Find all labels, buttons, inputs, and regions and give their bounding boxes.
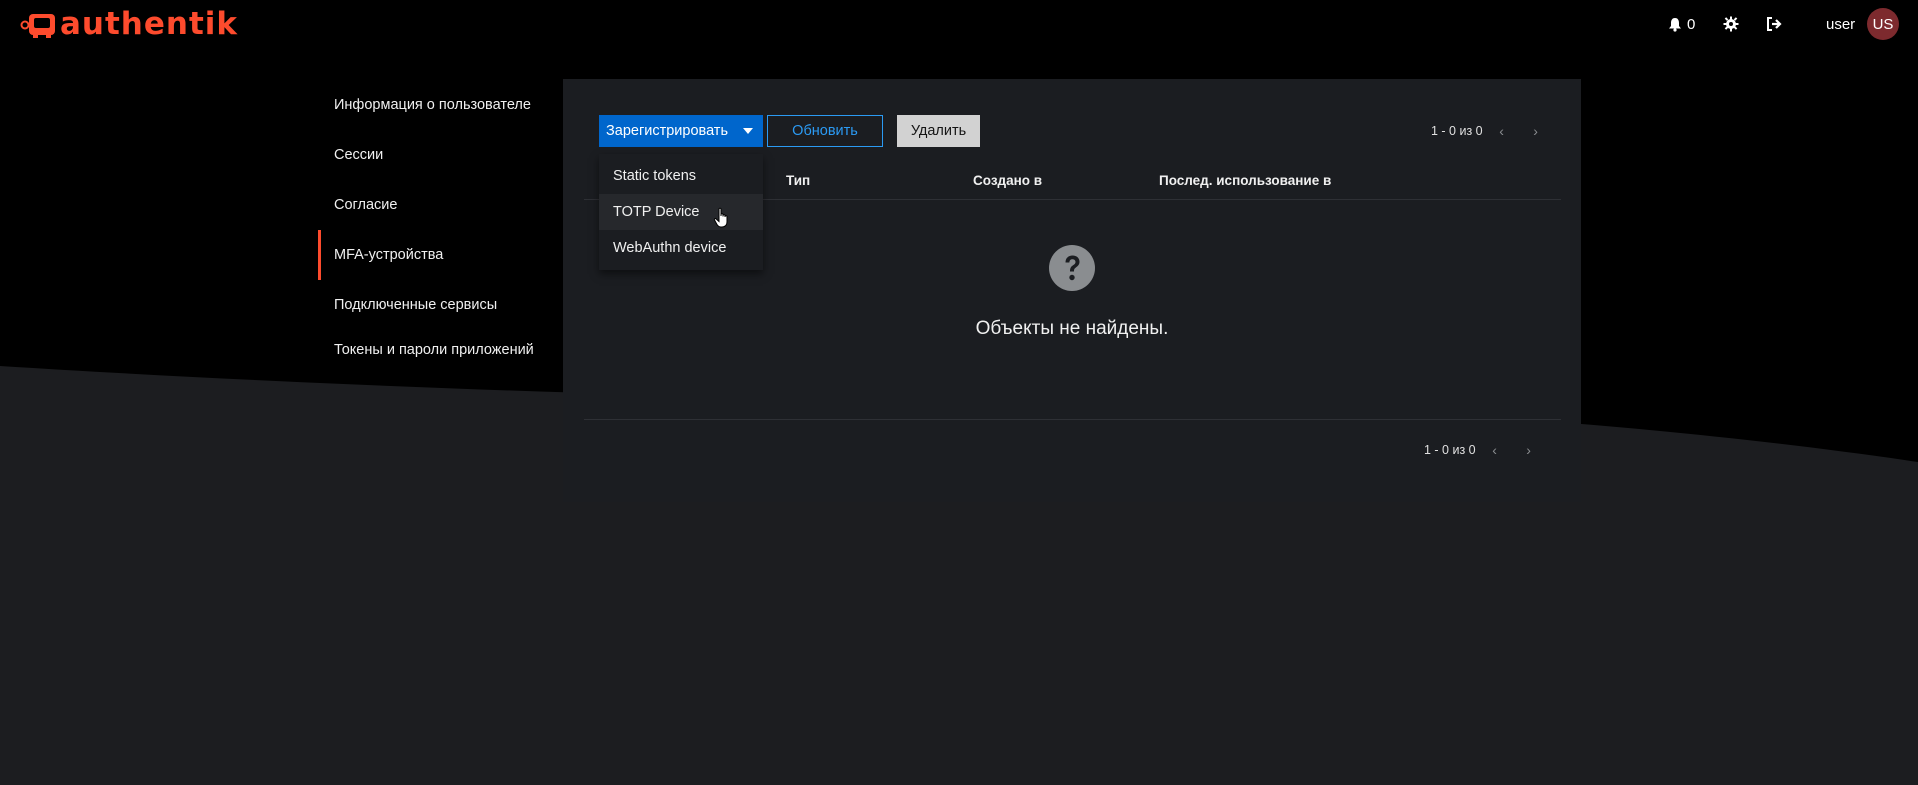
sign-out-icon bbox=[1767, 17, 1782, 31]
menu-item-totp-device[interactable]: TOTP Device bbox=[599, 194, 763, 230]
pagination-top: 1 - 0 из 0 ‹ › bbox=[1431, 123, 1553, 139]
sidebar-item-label: Информация о пользователе bbox=[334, 97, 531, 113]
empty-state-text: Объекты не найдены. bbox=[975, 318, 1169, 339]
gear-icon bbox=[1723, 16, 1739, 32]
pagination-bottom: 1 - 0 из 0 ‹ › bbox=[1424, 442, 1546, 458]
toolbar: Зарегистрировать Обновить Удалить bbox=[599, 115, 980, 147]
bell-icon bbox=[1669, 17, 1681, 32]
logout-button[interactable] bbox=[1766, 12, 1782, 36]
notifications-count: 0 bbox=[1687, 15, 1696, 33]
chevron-left-icon[interactable]: ‹ bbox=[1485, 123, 1519, 139]
register-dropdown-button[interactable]: Зарегистрировать bbox=[599, 115, 763, 147]
sidebar-item-mfa-devices[interactable]: MFA-устройства bbox=[318, 230, 563, 280]
sidebar-item-label: Подключенные сервисы bbox=[334, 297, 498, 313]
hand-pointer-cursor-icon bbox=[713, 207, 728, 228]
sidebar-item-label: Согласие bbox=[334, 197, 398, 213]
pagination-text: 1 - 0 из 0 bbox=[1431, 124, 1483, 138]
authentik-logo-icon bbox=[20, 14, 55, 38]
settings-button[interactable] bbox=[1723, 12, 1739, 36]
register-button-label: Зарегистрировать bbox=[606, 123, 729, 139]
notifications-button[interactable]: 0 bbox=[1668, 12, 1695, 36]
sidebar-item-label: Токены и пароли приложений bbox=[334, 342, 534, 358]
brand-name: authentik bbox=[60, 6, 239, 42]
question-circle-icon bbox=[1049, 245, 1095, 291]
register-dropdown-menu: Static tokens TOTP Device WebAuthn devic… bbox=[599, 154, 763, 270]
menu-item-webauthn-device[interactable]: WebAuthn device bbox=[599, 230, 763, 266]
user-settings-nav: Информация о пользователе Сессии Согласи… bbox=[318, 80, 563, 396]
avatar[interactable]: US bbox=[1867, 8, 1899, 40]
sidebar-item-label: MFA-устройства bbox=[334, 247, 444, 263]
top-header: authentik 0 user US bbox=[0, 0, 1918, 48]
sidebar-item-tokens[interactable]: Токены и пароли приложений bbox=[318, 330, 534, 396]
sidebar-item-sessions[interactable]: Сессии bbox=[318, 130, 563, 180]
column-header-created[interactable]: Создано в bbox=[973, 173, 1042, 188]
brand-logo[interactable]: authentik bbox=[20, 6, 239, 42]
table-footer-divider bbox=[584, 419, 1561, 420]
pagination-text: 1 - 0 из 0 bbox=[1424, 443, 1476, 457]
chevron-right-icon[interactable]: › bbox=[1519, 123, 1553, 139]
menu-item-static-tokens[interactable]: Static tokens bbox=[599, 158, 763, 194]
sidebar-item-consent[interactable]: Согласие bbox=[318, 180, 563, 230]
column-header-last-used[interactable]: Послед. использование в bbox=[1159, 173, 1331, 188]
caret-down-icon bbox=[743, 128, 753, 134]
sidebar-item-user-info[interactable]: Информация о пользователе bbox=[318, 80, 563, 130]
mfa-devices-panel: Зарегистрировать Обновить Удалить 1 - 0 … bbox=[563, 79, 1581, 502]
sidebar-item-connected-services[interactable]: Подключенные сервисы bbox=[318, 280, 563, 330]
chevron-left-icon[interactable]: ‹ bbox=[1478, 442, 1512, 458]
delete-button[interactable]: Удалить bbox=[897, 115, 980, 147]
chevron-right-icon[interactable]: › bbox=[1512, 442, 1546, 458]
username: user bbox=[1826, 15, 1856, 33]
column-header-type[interactable]: Тип bbox=[786, 173, 810, 188]
refresh-button[interactable]: Обновить bbox=[767, 115, 883, 147]
sidebar-item-label: Сессии bbox=[334, 147, 384, 163]
